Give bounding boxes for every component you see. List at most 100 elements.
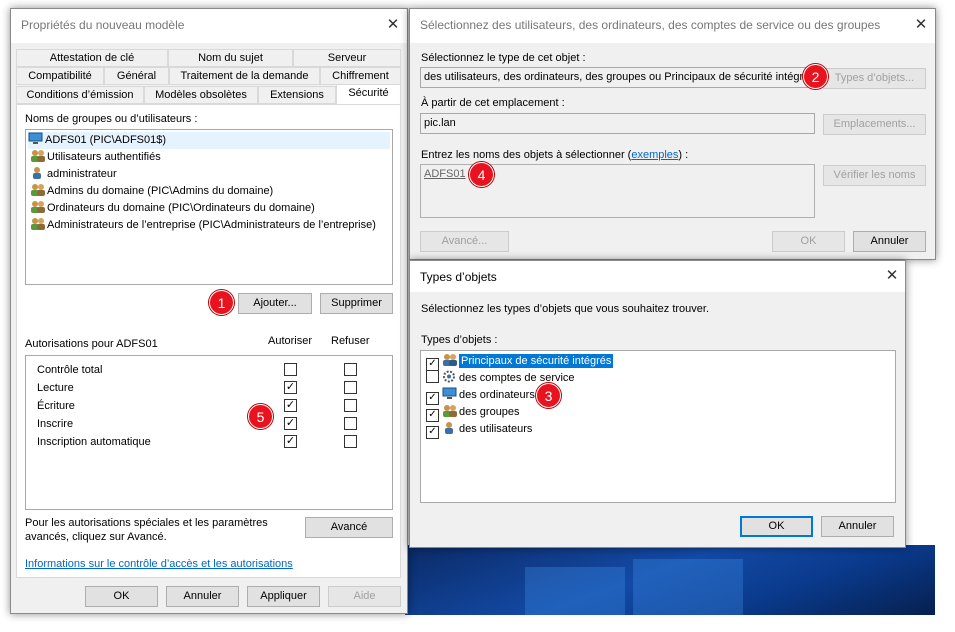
list-item[interactable]: ✓ Principaux de sécurité intégrés	[426, 353, 614, 371]
tab-traitement[interactable]: Traitement de la demande	[169, 67, 320, 85]
add-button[interactable]: Ajouter...	[238, 293, 312, 314]
allow-header: Autoriser	[268, 335, 313, 347]
allow-checkbox[interactable]: ✓	[284, 417, 297, 430]
access-control-info-link[interactable]: Informations sur le contrôle d’accès et …	[25, 558, 293, 570]
users-group-icon	[30, 149, 45, 162]
permission-name: Lecture	[37, 382, 74, 394]
select-ok-button[interactable]: OK	[772, 231, 845, 252]
deny-checkbox[interactable]	[344, 363, 357, 376]
users-group-icon	[30, 183, 45, 196]
user-icon	[442, 421, 457, 434]
group-label: administrateur	[47, 168, 117, 180]
users-group-icon	[30, 200, 45, 213]
cancel-button[interactable]: Annuler	[166, 586, 239, 607]
remove-button[interactable]: Supprimer	[320, 293, 393, 314]
type-label: des ordinateurs	[459, 389, 535, 401]
annotation-badge-3: 3	[536, 383, 561, 408]
permission-name: Inscription automatique	[37, 436, 151, 448]
group-label: Ordinateurs du domaine (PIC\Ordinateurs …	[47, 202, 315, 214]
list-item[interactable]: ✓ des groupes	[426, 404, 520, 422]
desktop-background	[405, 545, 935, 615]
allow-checkbox[interactable]	[284, 363, 297, 376]
properties-title: Propriétés du nouveau modèle	[21, 18, 185, 32]
location-field: pic.lan	[420, 113, 815, 134]
deny-checkbox[interactable]	[344, 435, 357, 448]
tab-nom-sujet[interactable]: Nom du sujet	[168, 49, 293, 67]
list-item[interactable]: ADFS01 (PIC\ADFS01$)	[28, 132, 390, 149]
tab-general[interactable]: Général	[104, 67, 169, 85]
user-icon	[30, 166, 45, 179]
types-description: Sélectionnez les types d’objets que vous…	[421, 303, 710, 315]
list-item[interactable]: ✓ des utilisateurs	[426, 421, 533, 439]
group-label: Administrateurs de l’entreprise (PIC\Adm…	[47, 219, 376, 231]
type-label: Principaux de sécurité intégrés	[459, 354, 614, 368]
tab-conditions[interactable]: Conditions d’émission	[16, 86, 144, 104]
permission-name: Écriture	[37, 400, 75, 412]
type-checkbox[interactable]	[426, 370, 439, 383]
type-label: des comptes de service	[459, 372, 575, 384]
annotation-badge-2: 2	[803, 64, 828, 89]
special-permissions-text: Pour les autorisations spéciales et les …	[25, 517, 268, 529]
computer-icon	[442, 387, 457, 400]
types-cancel-button[interactable]: Annuler	[821, 516, 894, 537]
select-titlebar: Sélectionnez des utilisateurs, des ordin…	[410, 9, 935, 43]
list-item[interactable]: Administrateurs de l’entreprise (PIC\Adm…	[30, 217, 376, 234]
select-cancel-button[interactable]: Annuler	[853, 231, 926, 252]
special-permissions-text: avancés, cliquez sur Avancé.	[25, 531, 167, 543]
location-label: À partir de cet emplacement :	[421, 97, 565, 109]
windows-logo-pane	[633, 559, 743, 615]
permissions-label: Autorisations pour ADFS01	[25, 338, 158, 350]
list-item[interactable]: Admins du domaine (PIC\Admins du domaine…	[30, 183, 273, 200]
tab-serveur[interactable]: Serveur	[293, 49, 401, 67]
object-types-list[interactable]: ✓ Principaux de sécurité intégrés des com…	[420, 350, 896, 503]
ok-button[interactable]: OK	[85, 586, 158, 607]
select-title: Sélectionnez des utilisateurs, des ordin…	[420, 18, 881, 32]
close-icon[interactable]: ✕	[385, 17, 401, 33]
tab-extensions[interactable]: Extensions	[258, 86, 336, 104]
types-title: Types d’objets	[420, 270, 497, 284]
type-checkbox[interactable]: ✓	[426, 426, 439, 439]
list-item[interactable]: administrateur	[30, 166, 117, 183]
close-icon[interactable]: ✕	[884, 268, 900, 284]
deny-checkbox[interactable]	[344, 399, 357, 412]
types-list-label: Types d’objets :	[421, 334, 498, 346]
tab-compatibilite[interactable]: Compatibilité	[16, 67, 104, 85]
list-item[interactable]: ✓ des ordinateurs	[426, 387, 535, 405]
deny-checkbox[interactable]	[344, 381, 357, 394]
deny-header: Refuser	[331, 335, 370, 347]
allow-checkbox[interactable]: ✓	[284, 399, 297, 412]
gear-icon	[442, 370, 457, 383]
names-label-text: ) :	[678, 149, 689, 161]
permissions-list	[25, 355, 393, 510]
list-item[interactable]: Ordinateurs du domaine (PIC\Ordinateurs …	[30, 200, 315, 217]
locations-button[interactable]: Emplacements...	[823, 114, 926, 135]
object-names-value: ADFS01	[424, 168, 466, 180]
annotation-badge-1: 1	[209, 290, 234, 315]
permission-name: Inscrire	[37, 418, 74, 430]
types-ok-button[interactable]: OK	[740, 516, 813, 537]
close-icon[interactable]: ✕	[913, 17, 929, 33]
tab-attestation[interactable]: Attestation de clé	[16, 49, 168, 67]
help-button[interactable]: Aide	[328, 586, 401, 607]
deny-checkbox[interactable]	[344, 417, 357, 430]
groups-label: Noms de groupes ou d’utilisateurs :	[25, 113, 198, 125]
tab-modeles-obsoletes[interactable]: Modèles obsolètes	[144, 86, 258, 104]
type-label: des utilisateurs	[459, 423, 533, 435]
examples-link[interactable]: exemples	[631, 149, 678, 161]
type-label: des groupes	[459, 406, 520, 418]
apply-button[interactable]: Appliquer	[247, 586, 320, 607]
allow-checkbox[interactable]: ✓	[284, 435, 297, 448]
select-advanced-button[interactable]: Avancé...	[420, 231, 509, 252]
tab-chiffrement[interactable]: Chiffrement	[320, 67, 401, 85]
windows-logo-pane	[525, 567, 625, 615]
permission-name: Contrôle total	[37, 364, 103, 376]
names-label: Entrez les noms des objets à sélectionne…	[421, 149, 688, 161]
object-types-button[interactable]: Types d’objets...	[823, 68, 926, 89]
advanced-button[interactable]: Avancé	[305, 517, 393, 538]
groups-list[interactable]: ADFS01 (PIC\ADFS01$) Utilisateurs authen…	[25, 129, 393, 285]
tab-securite[interactable]: Sécurité	[336, 84, 401, 104]
check-names-button[interactable]: Vérifier les noms	[823, 165, 926, 186]
allow-checkbox[interactable]: ✓	[284, 381, 297, 394]
list-item[interactable]: Utilisateurs authentifiés	[30, 149, 161, 166]
group-label: ADFS01 (PIC\ADFS01$)	[45, 134, 167, 146]
